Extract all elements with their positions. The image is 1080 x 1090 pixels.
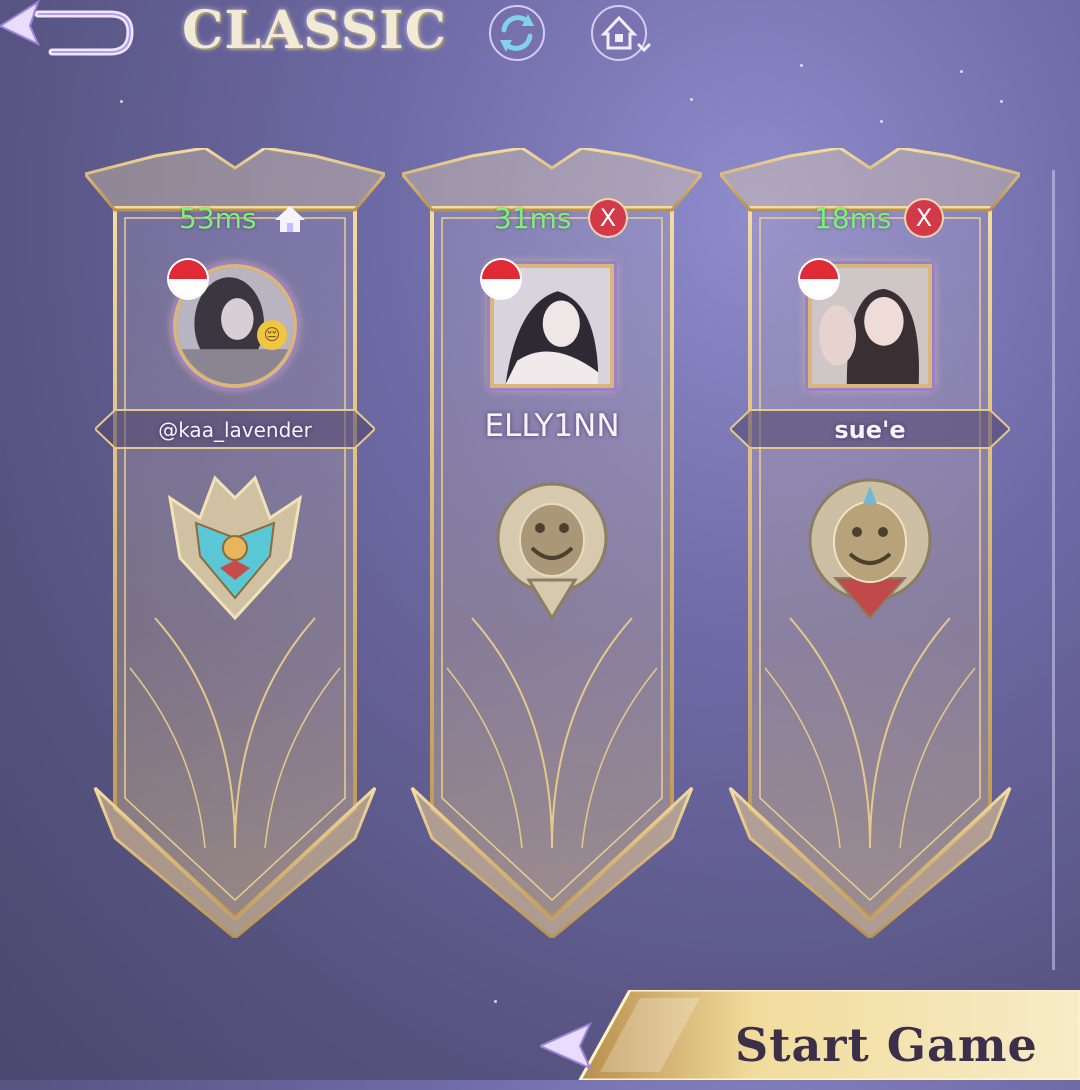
- refresh-icon[interactable]: [488, 4, 546, 62]
- ping-row: 31ms X: [402, 198, 702, 242]
- player-name: @kaa_lavender: [158, 418, 312, 442]
- ping-value: 53ms: [179, 202, 257, 235]
- kick-player-button[interactable]: X: [590, 200, 626, 236]
- sparkle: [1000, 100, 1003, 103]
- page-title: CLASSIC: [182, 0, 447, 61]
- rank-badge-icon: [477, 468, 627, 628]
- sparkle: [880, 120, 883, 123]
- player-slot-3[interactable]: 18ms X sue'e: [720, 148, 1020, 938]
- kick-player-button[interactable]: X: [906, 200, 942, 236]
- ping-row: 53ms: [85, 198, 385, 242]
- ping-row: 18ms X: [720, 198, 1020, 242]
- sparkle: [690, 98, 693, 101]
- ping-value: 18ms: [814, 202, 892, 235]
- player-slot-2[interactable]: 31ms X ELLY1NN: [402, 148, 702, 938]
- country-flag-icon: [482, 260, 520, 298]
- player-name: ELLY1NN: [484, 408, 620, 444]
- start-game-label: Start Game: [735, 1018, 1038, 1072]
- host-home-icon: [273, 202, 307, 236]
- room-settings-icon[interactable]: [590, 4, 652, 62]
- country-flag-icon: [800, 260, 838, 298]
- side-panel-edge: [1052, 170, 1080, 970]
- rank-badge-icon: [795, 468, 945, 628]
- player-slot-1[interactable]: 53ms 😔 @kaa_lavender: [85, 148, 385, 938]
- player-name: sue'e: [834, 416, 906, 444]
- country-flag-icon: [169, 260, 207, 298]
- emoji-sad-icon: 😔: [257, 320, 287, 350]
- ping-value: 31ms: [494, 202, 572, 235]
- sparkle: [494, 1000, 497, 1003]
- rank-badge-icon: [160, 468, 310, 628]
- sparkle: [960, 70, 963, 73]
- back-arrow-icon[interactable]: [0, 0, 140, 62]
- top-bar: CLASSIC: [0, 0, 1080, 70]
- sparkle: [120, 100, 123, 103]
